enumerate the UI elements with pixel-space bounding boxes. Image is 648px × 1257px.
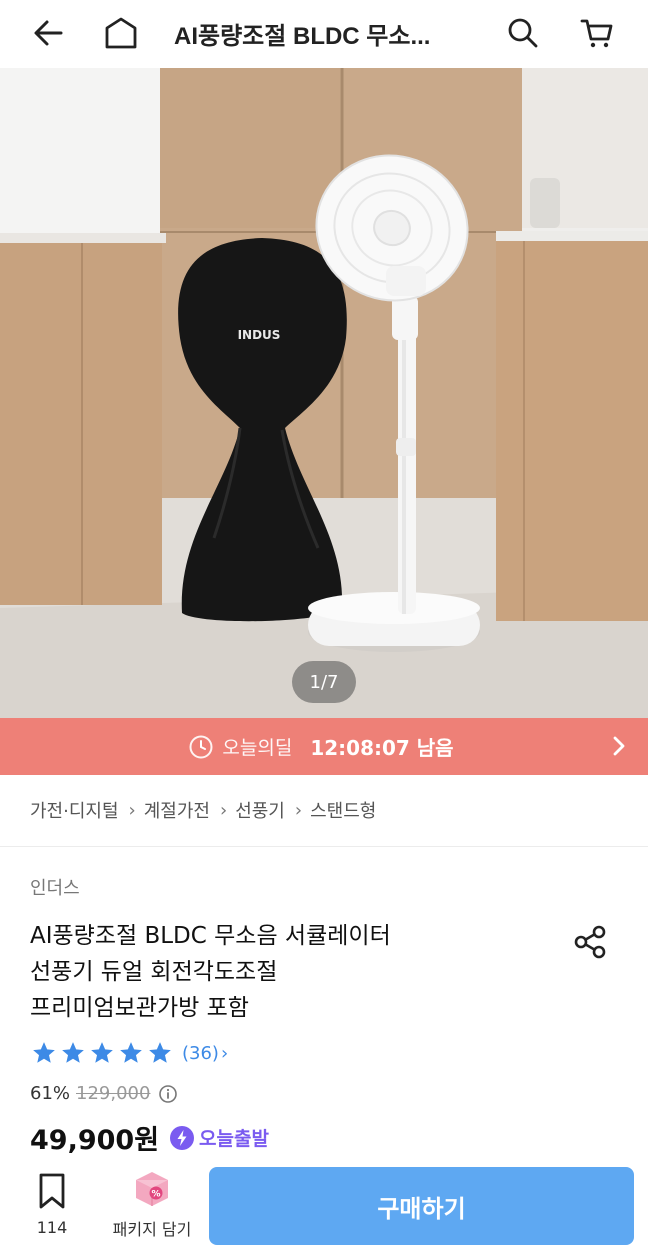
brand-name[interactable]: 인더스 [30,874,80,900]
product-title-line: 프리미엄보관가방 포함 [30,995,249,1021]
bookmark-button[interactable]: 114 [20,1172,84,1237]
chevron-right-icon: › [220,1042,229,1064]
clock-icon [189,735,213,758]
chevron-right-icon: › [294,799,303,821]
buy-button[interactable]: 구매하기 [209,1167,634,1245]
home-icon [105,17,137,49]
product-title-line: AI풍량조절 BLDC 무소음 서큘레이터 [30,923,391,949]
back-button[interactable] [26,10,72,56]
divider [0,846,648,847]
product-photo: INDUS [0,68,648,718]
package-icon: % [136,1172,168,1206]
star-icon [62,1042,84,1063]
cart-icon [580,19,613,48]
chevron-right-icon [613,736,625,756]
top-bar: AI풍량조절 BLDC 무소... [0,0,648,68]
today-deal-banner[interactable]: 오늘의딜 12:08:07 남음 [0,718,648,775]
search-icon [508,18,538,48]
breadcrumb-item[interactable]: 계절가전 [144,797,210,823]
star-icon [120,1042,142,1063]
bookmark-count: 114 [36,1218,68,1237]
chevron-right-icon: › [128,799,136,821]
deal-countdown: 12:08:07 남음 [310,736,454,760]
breadcrumb-item[interactable]: 선풍기 [235,797,285,823]
product-title-line: 선풍기 듀얼 회전각도조절 [30,959,278,985]
price-row: 49,900원 오늘출발 [30,1118,269,1157]
shipping-label: 오늘출발 [199,1128,269,1150]
home-button[interactable] [98,10,144,56]
sale-price: 49,900원 [30,1125,160,1156]
original-price: 129,000 [76,1083,151,1104]
breadcrumb: 가전·디지털 › 계절가전 › 선풍기 › 스탠드형 [30,797,376,823]
lightning-icon [170,1125,195,1150]
chevron-right-icon: › [219,799,228,821]
today-shipping-badge: 오늘출발 [169,1124,269,1151]
package-add-button[interactable]: % 패키지 담기 [100,1168,204,1240]
cover-logo: INDUS [238,328,281,342]
discount-rate: 61% [30,1083,71,1104]
bottom-action-bar: 114 % 패키지 담기 구매하기 [0,1158,648,1257]
package-label: 패키지 담기 [112,1220,192,1239]
discount-row: 61% 129,000 [30,1083,178,1104]
search-button[interactable] [500,10,546,56]
star-rating [30,1040,174,1066]
star-icon [33,1042,55,1063]
info-icon[interactable] [158,1084,178,1104]
product-image-carousel[interactable]: INDUS [0,68,648,718]
back-arrow-icon [34,20,63,46]
breadcrumb-item[interactable]: 가전·디지털 [30,797,119,823]
deal-label: 오늘의딜 [222,737,293,759]
review-count: (36) [182,1042,219,1064]
bookmark-icon [39,1173,65,1209]
star-icon [149,1042,171,1063]
product-title: AI풍량조절 BLDC 무소음 서큘레이터 선풍기 듀얼 회전각도조절 프리미엄… [30,918,550,1026]
share-icon [574,925,606,959]
cart-button[interactable] [574,10,620,56]
svg-text:%: % [151,1190,160,1200]
rating-summary[interactable]: (36) › [30,1040,228,1066]
share-button[interactable] [571,922,611,962]
image-counter: 1/7 [292,661,356,703]
page-title: AI풍량조절 BLDC 무소... [174,23,431,50]
star-icon [91,1042,113,1063]
breadcrumb-item[interactable]: 스탠드형 [310,797,376,823]
